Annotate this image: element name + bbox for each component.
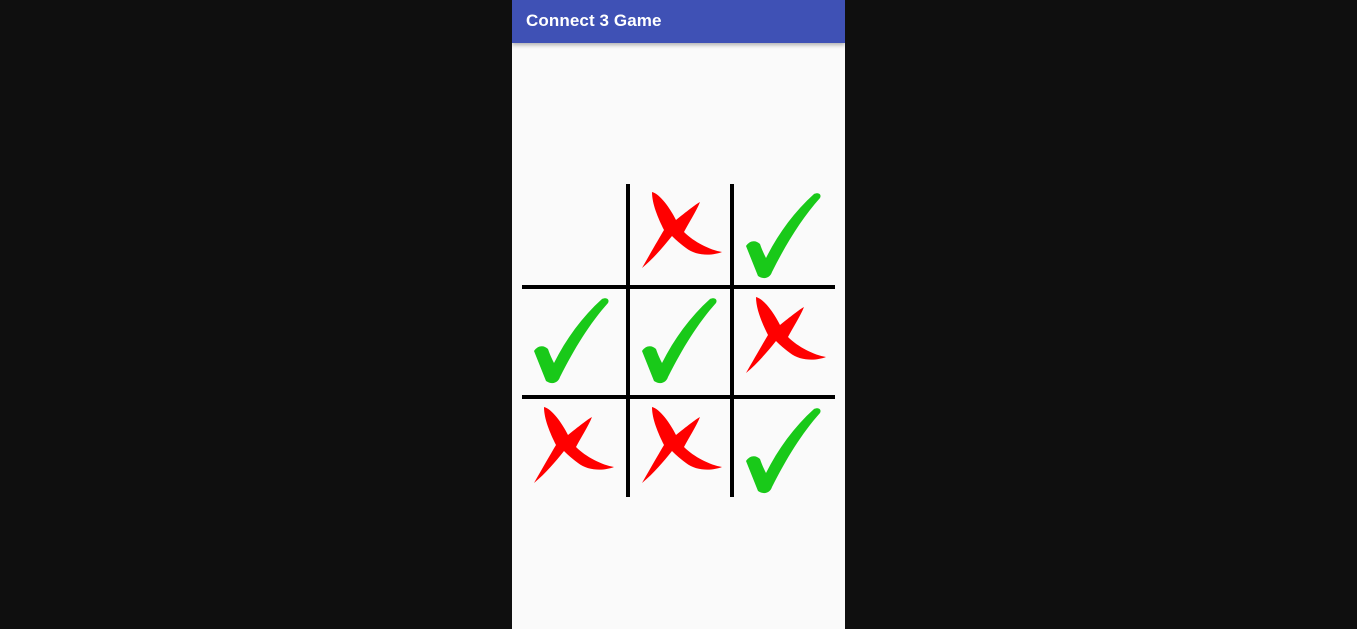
app-bar: Connect 3 Game: [512, 0, 845, 43]
green-check-icon: [642, 298, 717, 384]
board-cell-0-1[interactable]: [630, 184, 734, 288]
phone-screen: Connect 3 Game: [512, 0, 845, 629]
red-x-icon: [642, 407, 722, 483]
board-cell-0-0[interactable]: [522, 184, 626, 288]
board-cell-2-0[interactable]: [522, 399, 626, 503]
board-cell-0-2[interactable]: [734, 184, 838, 288]
green-check-icon: [746, 193, 821, 279]
red-x-icon: [642, 192, 722, 268]
green-check-icon: [534, 298, 609, 384]
app-title: Connect 3 Game: [526, 11, 662, 30]
board-cell-1-2[interactable]: [734, 289, 838, 393]
board-cell-1-0[interactable]: [522, 289, 626, 393]
red-x-icon: [534, 407, 614, 483]
game-board: [522, 184, 835, 497]
green-check-icon: [746, 408, 821, 494]
board-cell-2-1[interactable]: [630, 399, 734, 503]
board-cell-1-1[interactable]: [630, 289, 734, 393]
board-cell-2-2[interactable]: [734, 399, 838, 503]
red-x-icon: [746, 297, 826, 373]
